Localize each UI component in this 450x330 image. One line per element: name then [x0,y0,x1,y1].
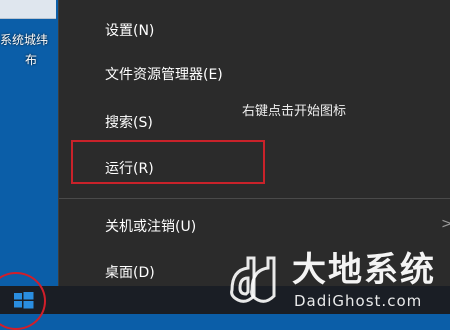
start-highlight-circle [0,272,46,330]
menu-separator [59,198,450,199]
menu-item-desktop[interactable]: 桌面(D) [105,264,155,282]
menu-item-file-explorer[interactable]: 文件资源管理器(E) [105,66,223,84]
menu-item-settings[interactable]: 设置(N) [105,22,154,40]
hint-text: 右键点击开始图标 [242,104,347,119]
start-context-menu: 设置(N) 文件资源管理器(E) 搜索(S) 运行(R) 关机或注销(U) > … [58,0,450,286]
desktop-icon-label-line2: 布 [24,53,37,67]
desktop-icon-label[interactable]: 系统城纬 布 [0,30,62,70]
desktop-file-icon[interactable] [0,0,56,19]
menu-item-search[interactable]: 搜索(S) [105,114,153,132]
run-highlight-box [71,140,265,184]
submenu-arrow-icon: > [441,216,450,232]
taskbar [0,272,450,330]
menu-item-shutdown-signout[interactable]: 关机或注销(U) [105,218,196,236]
start-button[interactable] [0,272,46,330]
desktop-icon-label-line1: 系统城纬 [0,33,49,47]
